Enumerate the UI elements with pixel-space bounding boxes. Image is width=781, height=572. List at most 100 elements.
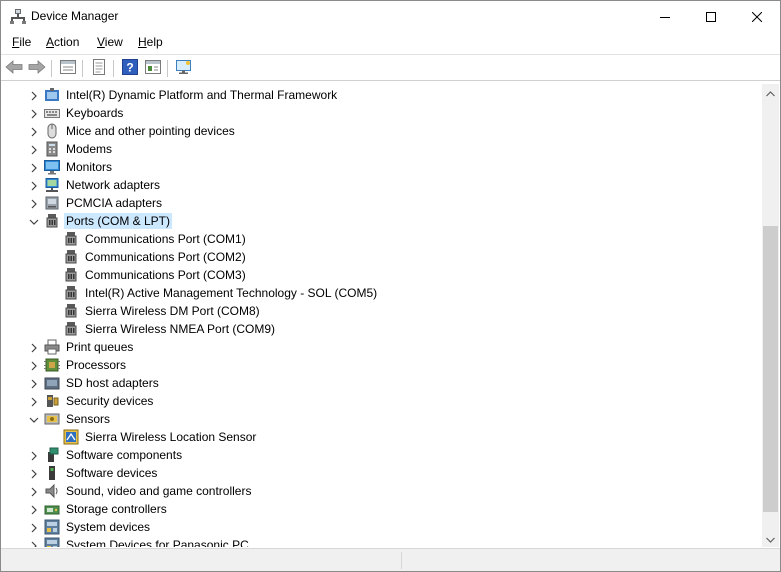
view-toggle-button[interactable] <box>143 59 163 78</box>
menu-help[interactable]: Help <box>136 35 165 49</box>
tree-device-row[interactable]: Sierra Wireless NMEA Port (COM9) <box>4 320 761 338</box>
vertical-scrollbar[interactable] <box>762 84 779 547</box>
tree-category-row[interactable]: Storage controllers <box>4 500 761 518</box>
back-button[interactable] <box>4 59 24 78</box>
port-icon <box>63 285 79 301</box>
tree-row-label: Keyboards <box>66 106 124 120</box>
tree-row-label: Sensors <box>66 412 111 426</box>
tree-row-label: Modems <box>66 142 113 156</box>
tree-category-row[interactable]: Software components <box>4 446 761 464</box>
forward-button[interactable] <box>27 59 47 78</box>
tree-device-row[interactable]: Communications Port (COM3) <box>4 266 761 284</box>
tree-row-label: Intel(R) Dynamic Platform and Thermal Fr… <box>66 88 338 102</box>
tree-category-row[interactable]: Network adapters <box>4 176 761 194</box>
chevron-right-icon[interactable] <box>29 108 39 119</box>
tree-row-label: Sound, video and game controllers <box>66 484 252 498</box>
scroll-up-button[interactable] <box>762 84 779 101</box>
tree-category-row[interactable]: System Devices for Panasonic PC <box>4 536 761 547</box>
chevron-right-icon[interactable] <box>29 360 39 371</box>
tree-category-row[interactable]: Keyboards <box>4 104 761 122</box>
status-bar <box>1 548 780 571</box>
tree-row-label: Processors <box>66 358 127 372</box>
tree-category-row[interactable]: Processors <box>4 356 761 374</box>
chevron-right-icon[interactable] <box>29 144 39 155</box>
svg-text:?: ? <box>126 61 133 75</box>
device-manager-icon <box>10 8 26 24</box>
menu-view[interactable]: View <box>95 35 125 49</box>
menu-view-label: View <box>97 35 123 49</box>
properties-button[interactable] <box>58 59 78 78</box>
chevron-right-icon[interactable] <box>29 90 39 101</box>
scroll-down-button[interactable] <box>762 530 779 547</box>
software-component-icon <box>44 447 60 463</box>
tree-category-row[interactable]: Security devices <box>4 392 761 410</box>
tree-row-label: SD host adapters <box>66 376 159 390</box>
device-tree[interactable]: Intel(R) Dynamic Platform and Thermal Fr… <box>4 84 761 547</box>
update-driver-button[interactable] <box>89 59 109 78</box>
chevron-right-icon[interactable] <box>29 162 39 173</box>
close-button[interactable] <box>734 1 780 32</box>
tree-row-label: Monitors <box>66 160 113 174</box>
tree-category-row[interactable]: Monitors <box>4 158 761 176</box>
back-arrow-icon <box>5 60 23 77</box>
chevron-down-icon[interactable] <box>29 414 39 424</box>
toolbar: ? <box>1 54 780 81</box>
chevron-right-icon[interactable] <box>29 486 39 497</box>
chevron-right-icon[interactable] <box>29 540 39 547</box>
menu-action[interactable]: Action <box>44 35 81 49</box>
tree-category-row[interactable]: Modems <box>4 140 761 158</box>
security-icon <box>44 393 60 409</box>
scroll-thumb[interactable] <box>763 226 778 512</box>
chevron-right-icon[interactable] <box>29 378 39 389</box>
tree-device-row[interactable]: Sierra Wireless Location Sensor <box>4 428 761 446</box>
chevron-right-icon[interactable] <box>29 504 39 515</box>
software-device-icon <box>44 465 60 481</box>
tree-category-row[interactable]: Mice and other pointing devices <box>4 122 761 140</box>
chevron-right-icon[interactable] <box>29 198 39 209</box>
tree-category-row[interactable]: Ports (COM & LPT) <box>4 212 761 230</box>
forward-arrow-icon <box>28 60 46 77</box>
menu-bar: File Action View Help <box>1 32 780 54</box>
chevron-right-icon[interactable] <box>29 180 39 191</box>
title-bar[interactable]: Device Manager <box>1 1 780 32</box>
tree-device-row[interactable]: Communications Port (COM1) <box>4 230 761 248</box>
chevron-down-icon <box>766 532 775 546</box>
storage-icon <box>44 501 60 517</box>
chevron-right-icon[interactable] <box>29 126 39 137</box>
mouse-icon <box>44 123 60 139</box>
scan-hardware-button[interactable] <box>174 59 194 78</box>
port-icon <box>63 249 79 265</box>
menu-file[interactable]: File <box>10 35 33 49</box>
chevron-right-icon[interactable] <box>29 396 39 407</box>
tree-row-label: Sierra Wireless Location Sensor <box>85 430 257 444</box>
processor-icon <box>44 357 60 373</box>
tree-device-row[interactable]: Intel(R) Active Management Technology - … <box>4 284 761 302</box>
tree-category-row[interactable]: Print queues <box>4 338 761 356</box>
tree-category-row[interactable]: Sensors <box>4 410 761 428</box>
minimize-button[interactable] <box>642 1 688 32</box>
tree-row-label: Software components <box>66 448 183 462</box>
chip-icon <box>44 87 60 103</box>
chevron-right-icon[interactable] <box>29 522 39 533</box>
chevron-right-icon[interactable] <box>29 450 39 461</box>
tree-category-row[interactable]: Intel(R) Dynamic Platform and Thermal Fr… <box>4 86 761 104</box>
help-button[interactable]: ? <box>120 59 140 78</box>
tree-category-row[interactable]: Software devices <box>4 464 761 482</box>
printer-icon <box>44 339 60 355</box>
tree-category-row[interactable]: Sound, video and game controllers <box>4 482 761 500</box>
tree-row-label: Communications Port (COM3) <box>85 268 246 282</box>
device-manager-window: Device Manager File Action View Help ? I… <box>0 0 781 572</box>
sd-card-icon <box>44 375 60 391</box>
toolbar-separator <box>82 60 83 77</box>
network-icon <box>44 177 60 193</box>
tree-device-row[interactable]: Sierra Wireless DM Port (COM8) <box>4 302 761 320</box>
tree-category-row[interactable]: PCMCIA adapters <box>4 194 761 212</box>
tree-category-row[interactable]: SD host adapters <box>4 374 761 392</box>
chevron-down-icon[interactable] <box>29 216 39 226</box>
maximize-button[interactable] <box>688 1 734 32</box>
tree-category-row[interactable]: System devices <box>4 518 761 536</box>
chevron-right-icon[interactable] <box>29 342 39 353</box>
chevron-right-icon[interactable] <box>29 468 39 479</box>
tree-device-row[interactable]: Communications Port (COM2) <box>4 248 761 266</box>
chevron-up-icon <box>766 86 775 100</box>
